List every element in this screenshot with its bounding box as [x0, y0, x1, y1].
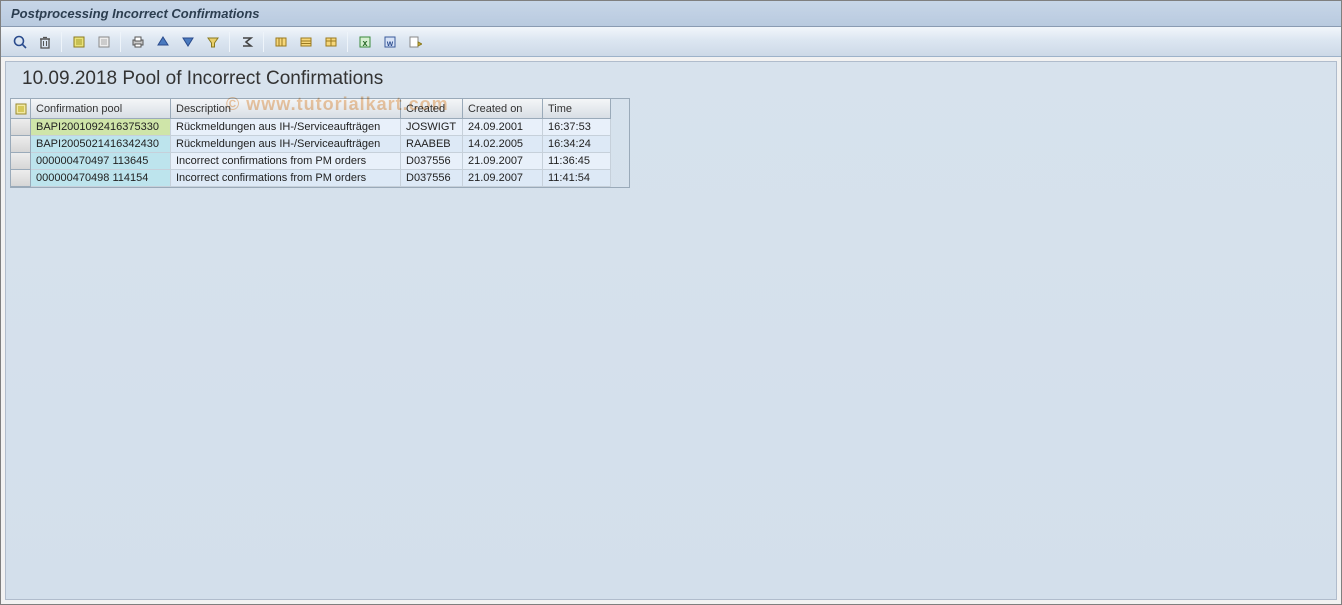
filter-icon[interactable]	[201, 31, 224, 53]
cell-time: 11:36:45	[543, 153, 611, 170]
toolbar-separator	[347, 32, 348, 52]
column-header-created[interactable]: Created	[401, 99, 463, 119]
row-selector[interactable]	[11, 119, 31, 136]
cell-pool: BAPI2001092416375330	[31, 119, 171, 136]
cell-time: 16:34:24	[543, 136, 611, 153]
row-selector-column	[11, 99, 31, 187]
cell-created: RAABEB	[401, 136, 463, 153]
cell-desc: Rückmeldungen aus IH-/Serviceaufträgen	[171, 119, 401, 136]
layout-icon[interactable]	[319, 31, 342, 53]
cell-desc: Incorrect confirmations from PM orders	[171, 170, 401, 187]
toolbar: x w	[1, 27, 1341, 57]
toolbar-separator	[229, 32, 230, 52]
cell-desc: Rückmeldungen aus IH-/Serviceaufträgen	[171, 136, 401, 153]
column-header-createdon[interactable]: Created on	[463, 99, 543, 119]
column-header-label: Created	[406, 103, 445, 115]
title-bar: Postprocessing Incorrect Confirmations	[1, 1, 1341, 27]
section-title: 10.09.2018 Pool of Incorrect Confirmatio…	[10, 66, 1332, 98]
table-row[interactable]: 000000470498 114154Incorrect confirmatio…	[31, 170, 629, 187]
cell-pool: BAPI2005021416342430	[31, 136, 171, 153]
deselect-all-icon[interactable]	[92, 31, 115, 53]
table-row[interactable]: BAPI2001092416375330Rückmeldungen aus IH…	[31, 119, 629, 136]
row-selector[interactable]	[11, 136, 31, 153]
column-header-label: Confirmation pool	[36, 103, 122, 115]
column-header-desc[interactable]: Description	[171, 99, 401, 119]
app-window: Postprocessing Incorrect Confirmations	[0, 0, 1342, 605]
cell-created: D037556	[401, 153, 463, 170]
data-grid[interactable]: Confirmation pool Description Created Creat…	[10, 98, 630, 188]
column-header-label: Created on	[468, 103, 522, 115]
cell-pool: 000000470497 113645	[31, 153, 171, 170]
table-row[interactable]: BAPI2005021416342430Rückmeldungen aus IH…	[31, 136, 629, 153]
column-header-label: Description	[176, 103, 231, 115]
cell-createdon: 21.09.2007	[463, 153, 543, 170]
column-header-time[interactable]: Time	[543, 99, 611, 119]
table-row[interactable]: 000000470497 113645Incorrect confirmatio…	[31, 153, 629, 170]
subtotal-icon[interactable]	[294, 31, 317, 53]
cell-time: 16:37:53	[543, 119, 611, 136]
cell-desc: Incorrect confirmations from PM orders	[171, 153, 401, 170]
sort-asc-icon[interactable]	[151, 31, 174, 53]
svg-text:x: x	[362, 38, 367, 48]
sum-icon[interactable]	[235, 31, 258, 53]
cell-createdon: 14.02.2005	[463, 136, 543, 153]
content-area: © www.tutorialkart.com 10.09.2018 Pool o…	[5, 61, 1337, 600]
row-selector[interactable]	[11, 153, 31, 170]
toolbar-separator	[61, 32, 62, 52]
select-all-corner-icon[interactable]	[11, 99, 31, 119]
column-header-pool[interactable]: Confirmation pool	[31, 99, 171, 119]
columns-icon[interactable]	[269, 31, 292, 53]
toolbar-separator	[263, 32, 264, 52]
delete-icon[interactable]	[33, 31, 56, 53]
select-all-icon[interactable]	[67, 31, 90, 53]
cell-pool: 000000470498 114154	[31, 170, 171, 187]
cell-created: JOSWIGT	[401, 119, 463, 136]
cell-created: D037556	[401, 170, 463, 187]
svg-text:w: w	[385, 39, 393, 48]
cell-createdon: 24.09.2001	[463, 119, 543, 136]
row-selector[interactable]	[11, 170, 31, 187]
export-local-icon[interactable]	[403, 31, 426, 53]
grid-main: Confirmation pool Description Created Creat…	[31, 99, 629, 187]
export-word-icon[interactable]: w	[378, 31, 401, 53]
print-icon[interactable]	[126, 31, 149, 53]
cell-createdon: 21.09.2007	[463, 170, 543, 187]
toolbar-separator	[120, 32, 121, 52]
export-excel-icon[interactable]: x	[353, 31, 376, 53]
column-header-label: Time	[548, 103, 572, 115]
header-row: Confirmation pool Description Created Creat…	[31, 99, 629, 119]
details-icon[interactable]	[8, 31, 31, 53]
cell-time: 11:41:54	[543, 170, 611, 187]
window-title: Postprocessing Incorrect Confirmations	[11, 6, 260, 21]
sort-desc-icon[interactable]	[176, 31, 199, 53]
